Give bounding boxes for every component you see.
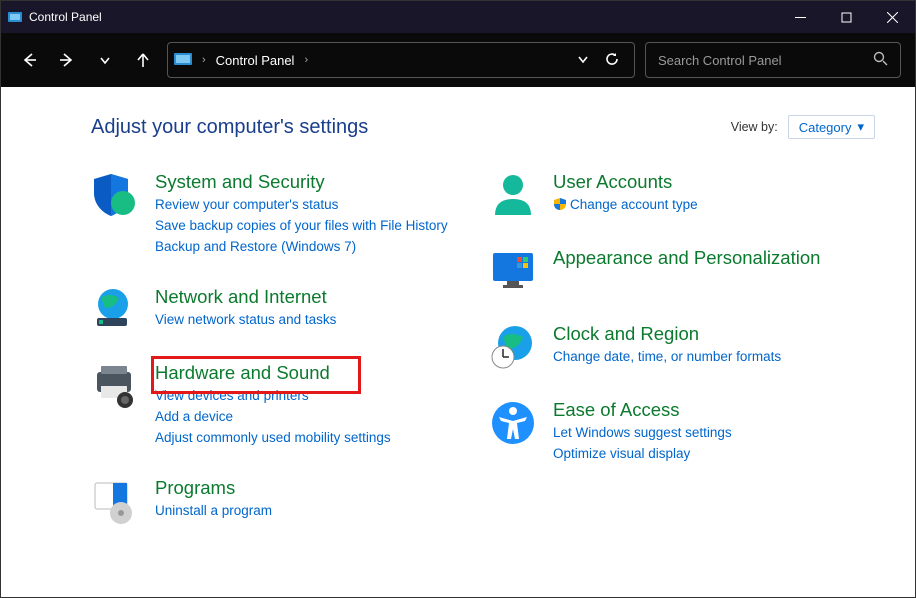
search-input[interactable]: Search Control Panel bbox=[645, 42, 901, 78]
category-sublink[interactable]: Adjust commonly used mobility settings bbox=[155, 428, 477, 449]
search-placeholder: Search Control Panel bbox=[658, 53, 873, 68]
chevron-right-icon[interactable]: › bbox=[300, 54, 312, 66]
category-hardware-sound: Hardware and Sound View devices and prin… bbox=[91, 362, 477, 449]
category-user-accounts: User Accounts Change account type bbox=[489, 171, 875, 219]
category-sublink[interactable]: Save backup copies of your files with Fi… bbox=[155, 216, 477, 237]
monitor-icon bbox=[489, 247, 537, 295]
up-button[interactable] bbox=[129, 42, 157, 78]
titlebar-app-icon bbox=[1, 9, 29, 25]
refresh-button[interactable] bbox=[596, 51, 628, 70]
category-sublink[interactable]: Review your computer's status bbox=[155, 195, 477, 216]
category-sublink[interactable]: Uninstall a program bbox=[155, 501, 477, 522]
minimize-button[interactable] bbox=[777, 1, 823, 33]
category-sublink[interactable]: Add a device bbox=[155, 407, 477, 428]
globe-icon bbox=[91, 286, 139, 334]
address-dropdown[interactable] bbox=[576, 52, 590, 69]
chevron-down-icon: ▾ bbox=[857, 119, 864, 135]
clock-globe-icon bbox=[489, 323, 537, 371]
category-clock-region: Clock and Region Change date, time, or n… bbox=[489, 323, 875, 371]
titlebar: Control Panel bbox=[1, 1, 915, 33]
category-system-security: System and Security Review your computer… bbox=[91, 171, 477, 258]
category-title[interactable]: User Accounts bbox=[553, 171, 875, 193]
category-sublink[interactable]: Change date, time, or number formats bbox=[553, 347, 875, 368]
category-network: Network and Internet View network status… bbox=[91, 286, 477, 334]
category-sublink[interactable]: View devices and printers bbox=[155, 386, 477, 407]
shield-icon bbox=[91, 171, 139, 219]
address-segment[interactable]: Control Panel bbox=[216, 53, 295, 68]
printer-icon bbox=[91, 362, 139, 410]
category-ease-of-access: Ease of Access Let Windows suggest setti… bbox=[489, 399, 875, 465]
recent-dropdown[interactable] bbox=[91, 42, 119, 78]
navbar: › Control Panel › Search Control Panel bbox=[1, 33, 915, 87]
category-title[interactable]: System and Security bbox=[155, 171, 477, 193]
back-button[interactable] bbox=[15, 42, 43, 78]
category-title[interactable]: Hardware and Sound bbox=[155, 362, 477, 384]
header-row: Adjust your computer's settings View by:… bbox=[1, 115, 915, 139]
category-sublink[interactable]: Backup and Restore (Windows 7) bbox=[155, 237, 477, 258]
forward-button[interactable] bbox=[53, 42, 81, 78]
category-appearance: Appearance and Personalization bbox=[489, 247, 875, 295]
viewby-value: Category bbox=[799, 120, 852, 135]
search-icon bbox=[873, 51, 888, 69]
category-sublink[interactable]: View network status and tasks bbox=[155, 310, 477, 331]
page-title: Adjust your computer's settings bbox=[91, 116, 731, 139]
address-bar-app-icon bbox=[174, 52, 192, 69]
chevron-right-icon[interactable]: › bbox=[198, 54, 210, 66]
titlebar-title: Control Panel bbox=[29, 10, 777, 24]
category-title[interactable]: Network and Internet bbox=[155, 286, 477, 308]
category-sublink[interactable]: Optimize visual display bbox=[553, 444, 875, 465]
user-icon bbox=[489, 171, 537, 219]
category-title[interactable]: Programs bbox=[155, 477, 477, 499]
category-title[interactable]: Appearance and Personalization bbox=[553, 247, 875, 269]
address-bar[interactable]: › Control Panel › bbox=[167, 42, 635, 78]
left-column: System and Security Review your computer… bbox=[91, 171, 477, 525]
category-sublink[interactable]: Change account type bbox=[553, 195, 875, 216]
viewby-label: View by: bbox=[731, 120, 778, 134]
maximize-button[interactable] bbox=[823, 1, 869, 33]
category-programs: Programs Uninstall a program bbox=[91, 477, 477, 525]
accessibility-icon bbox=[489, 399, 537, 447]
view-by-control: View by: Category ▾ bbox=[731, 115, 875, 139]
content-area: Adjust your computer's settings View by:… bbox=[1, 87, 915, 597]
right-column: User Accounts Change account type Appear… bbox=[489, 171, 875, 525]
window-controls bbox=[777, 1, 915, 33]
uac-shield-icon bbox=[553, 197, 567, 211]
programs-icon bbox=[91, 477, 139, 525]
category-title[interactable]: Clock and Region bbox=[553, 323, 875, 345]
category-title[interactable]: Ease of Access bbox=[553, 399, 875, 421]
category-sublink[interactable]: Let Windows suggest settings bbox=[553, 423, 875, 444]
close-button[interactable] bbox=[869, 1, 915, 33]
viewby-selector[interactable]: Category ▾ bbox=[788, 115, 875, 139]
